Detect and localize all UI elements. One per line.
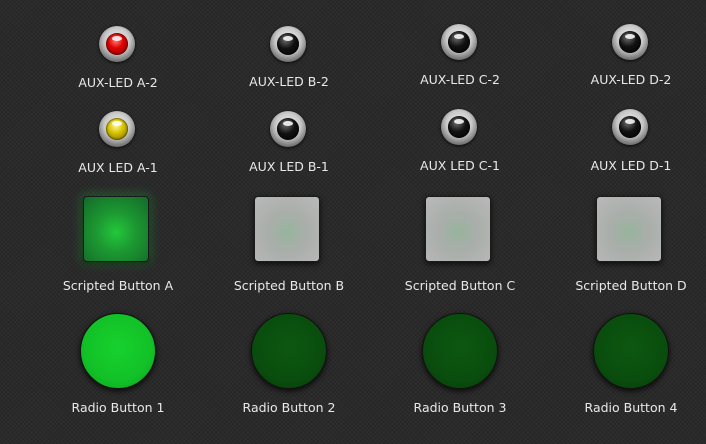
radio-button-1[interactable]: Radio Button 1 <box>58 313 178 423</box>
scripted-button-label: Scripted Button B <box>233 278 345 293</box>
led-indicator-icon <box>441 24 477 60</box>
led-indicator-icon <box>612 24 648 60</box>
scripted-button-d[interactable]: Scripted Button D <box>571 196 691 296</box>
led-label: AUX LED D-1 <box>590 158 672 173</box>
led-label: AUX LED A-1 <box>78 160 158 175</box>
scripted-button-label: Scripted Button A <box>62 278 174 293</box>
scripted-button-label: Scripted Button D <box>575 278 687 293</box>
led-label: AUX LED C-1 <box>420 158 500 173</box>
led-indicator-icon <box>99 111 135 147</box>
led-indicator-icon <box>270 26 306 62</box>
led-label: AUX LED B-1 <box>249 159 329 174</box>
scripted-button-a-face[interactable] <box>83 196 149 262</box>
led-indicator-icon <box>270 111 306 147</box>
radio-button-label: Radio Button 3 <box>413 400 507 415</box>
led-indicator-icon <box>99 26 135 62</box>
led-indicator-icon <box>441 109 477 145</box>
scripted-button-label: Scripted Button C <box>404 278 516 293</box>
radio-button-3-face[interactable] <box>422 313 498 389</box>
radio-button-label: Radio Button 2 <box>242 400 336 415</box>
radio-button-label: Radio Button 1 <box>71 400 165 415</box>
scripted-button-d-face[interactable] <box>596 196 662 262</box>
led-label: AUX-LED A-2 <box>78 75 158 90</box>
radio-button-4[interactable]: Radio Button 4 <box>571 313 691 423</box>
radio-button-2[interactable]: Radio Button 2 <box>229 313 349 423</box>
led-label: AUX-LED D-2 <box>590 72 672 87</box>
led-indicator-icon <box>612 109 648 145</box>
radio-button-label: Radio Button 4 <box>584 400 678 415</box>
scripted-button-c[interactable]: Scripted Button C <box>400 196 520 296</box>
scripted-button-a[interactable]: Scripted Button A <box>58 196 178 296</box>
radio-button-2-face[interactable] <box>251 313 327 389</box>
led-label: AUX-LED C-2 <box>420 72 500 87</box>
radio-button-1-face[interactable] <box>80 313 156 389</box>
scripted-button-b[interactable]: Scripted Button B <box>229 196 349 296</box>
led-label: AUX-LED B-2 <box>249 74 329 89</box>
scripted-button-b-face[interactable] <box>254 196 320 262</box>
radio-button-4-face[interactable] <box>593 313 669 389</box>
radio-button-3[interactable]: Radio Button 3 <box>400 313 520 423</box>
scripted-button-c-face[interactable] <box>425 196 491 262</box>
